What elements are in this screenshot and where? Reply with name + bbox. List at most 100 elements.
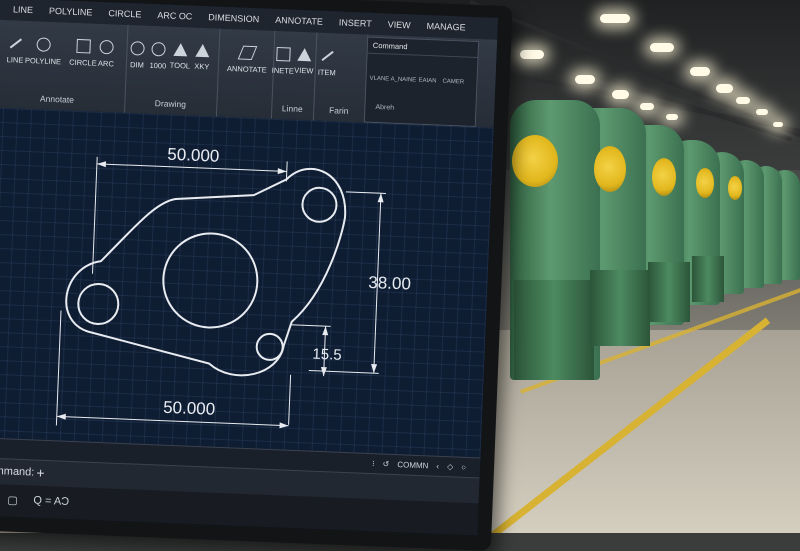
line-icon — [9, 38, 22, 49]
command-panel: Command VLANE A_NAINE EAIAN CAMER Abreh — [363, 36, 480, 128]
cad-drawing: 50.000 50.000 38.00 15.5 — [55, 145, 411, 429]
arc-tool-button[interactable]: ARC — [89, 39, 124, 68]
view-tool-label: VIEW — [294, 65, 314, 76]
add-tab-button[interactable]: + — [36, 465, 45, 481]
command-tool-anaine[interactable]: A_NAINE — [390, 77, 416, 84]
menu-item-arc[interactable]: ARC OC — [157, 10, 192, 21]
extension-line — [290, 324, 331, 327]
warning-icon[interactable]: ◇ — [447, 462, 454, 471]
cad-application-window: LINE POLYLINE CIRCLE ARC OC DIMENSION AN… — [0, 0, 499, 536]
polyline-tool-label: POLYLINE — [24, 55, 62, 67]
menu-item-insert[interactable]: INSERT — [339, 17, 372, 28]
status-command-label[interactable]: COMMN — [397, 460, 428, 470]
arrow-icon[interactable]: ↺ — [382, 460, 389, 469]
grid-icon[interactable]: ⁝ — [372, 459, 375, 468]
press-flywheel — [728, 176, 742, 200]
right-hole-circle — [301, 186, 338, 223]
dimension-arrow — [56, 413, 66, 420]
taskbar-tools[interactable]: Q = AƆ — [33, 495, 69, 508]
pencil-icon — [237, 45, 258, 60]
press-flywheel — [652, 158, 676, 196]
press-flywheel — [512, 135, 558, 187]
top-dimension-text: 50.000 — [167, 145, 220, 166]
scale-tool-label: 1000 — [149, 60, 167, 71]
chevron-left-icon[interactable]: ‹ — [436, 462, 439, 471]
press-base — [648, 262, 690, 322]
small-dimension-text: 15.5 — [312, 346, 342, 364]
command-tool-eaian[interactable]: EAIAN — [418, 78, 436, 85]
bottom-dimension-text: 50.000 — [163, 398, 216, 419]
circle-icon — [99, 39, 114, 55]
command-line-label: ommand: — [0, 464, 35, 479]
center-bore-circle — [162, 232, 259, 329]
scale-icon — [151, 41, 166, 57]
building-icon — [276, 46, 291, 62]
view-icon — [297, 47, 312, 62]
menu-item-view[interactable]: VIEW — [387, 19, 410, 30]
gasket-outline — [65, 167, 346, 377]
ceiling-lamp — [612, 90, 629, 99]
dimension-arrow — [377, 193, 384, 203]
view-tool-button[interactable]: VIEW — [293, 47, 316, 76]
menu-item-annotate[interactable]: ANNOTATE — [275, 15, 323, 27]
ceiling-lamp — [640, 103, 654, 110]
ceiling-lamp — [756, 109, 768, 115]
press-flywheel — [594, 146, 626, 192]
window-icon[interactable]: ▢ — [7, 494, 18, 507]
item-tool-label: ITEM — [317, 67, 336, 77]
ceiling-lamp — [650, 43, 674, 52]
pen-icon — [321, 50, 334, 61]
status-tools: ⁝ ↺ COMMN ‹ ◇ ○ — [372, 459, 466, 472]
command-tool-vlane[interactable]: VLANE — [369, 76, 389, 83]
annotate-tool-label: ANNOTATE — [226, 63, 267, 75]
triangle-icon — [173, 42, 188, 57]
dim-tool-label: DIM — [129, 60, 144, 70]
right-dimension-text: 38.00 — [368, 273, 411, 294]
menu-item-circle[interactable]: CIRCLE — [108, 8, 141, 19]
small-hole-circle — [255, 332, 284, 361]
extension-line — [92, 156, 98, 274]
polyline-tool-button[interactable]: POLYLINE — [21, 37, 66, 67]
item-tool-button[interactable]: ITEM — [315, 49, 340, 77]
ceiling-lamp — [600, 14, 630, 23]
press-base — [514, 280, 594, 380]
ribbon-group-label: Linne — [281, 103, 303, 115]
dim-icon — [130, 41, 145, 56]
ribbon-group-label: Drawing — [154, 98, 187, 110]
ribbon-group-layers: INETE VIEW Linne — [270, 30, 318, 121]
ceiling-lamp — [773, 122, 783, 127]
ceiling-lamp — [736, 97, 750, 104]
ceiling-lamp — [690, 67, 710, 76]
menu-item-line[interactable]: LINE — [13, 4, 33, 15]
ceiling-lamp — [575, 75, 595, 84]
ribbon-group-annotate-tools: ANNOTATE — [215, 28, 276, 119]
xky-tool-button[interactable]: XKY — [188, 43, 217, 71]
annotate-tool-button[interactable]: ANNOTATE — [223, 45, 272, 75]
dimension-line — [96, 163, 287, 172]
menu-item-manage[interactable]: MANAGE — [426, 21, 465, 33]
polyline-icon — [36, 37, 51, 52]
menu-item-polyline[interactable]: POLYLINE — [49, 6, 93, 18]
ribbon-group-label: Farin — [328, 105, 349, 116]
arc-tool-label: ARC — [97, 58, 115, 69]
extension-line — [308, 370, 379, 374]
command-panel-title: Command — [367, 37, 479, 59]
menu-item-dimension[interactable]: DIMENSION — [208, 12, 259, 24]
press-base — [590, 270, 650, 346]
dimension-arrow — [277, 168, 287, 175]
dimension-arrow — [322, 326, 329, 336]
extension-line — [55, 310, 62, 426]
ceiling-lamp — [520, 50, 544, 59]
xky-tool-label: XKY — [194, 61, 210, 72]
circle-icon[interactable]: ○ — [461, 463, 466, 472]
extension-line — [345, 191, 386, 194]
ribbon-group-label: Abreh — [375, 103, 395, 112]
inete-tool-label: INETE — [271, 65, 295, 76]
command-tool-camer[interactable]: CAMER — [442, 79, 464, 86]
extension-line — [288, 374, 292, 425]
dimension-arrow — [371, 364, 378, 374]
drawing-canvas[interactable]: 50.000 50.000 38.00 15.5 — [0, 107, 494, 458]
dimension-line — [56, 415, 289, 427]
warning-icon — [195, 43, 210, 58]
ribbon-group-drawing: DIM 1000 TOOL XKY Drawing — [123, 24, 221, 117]
